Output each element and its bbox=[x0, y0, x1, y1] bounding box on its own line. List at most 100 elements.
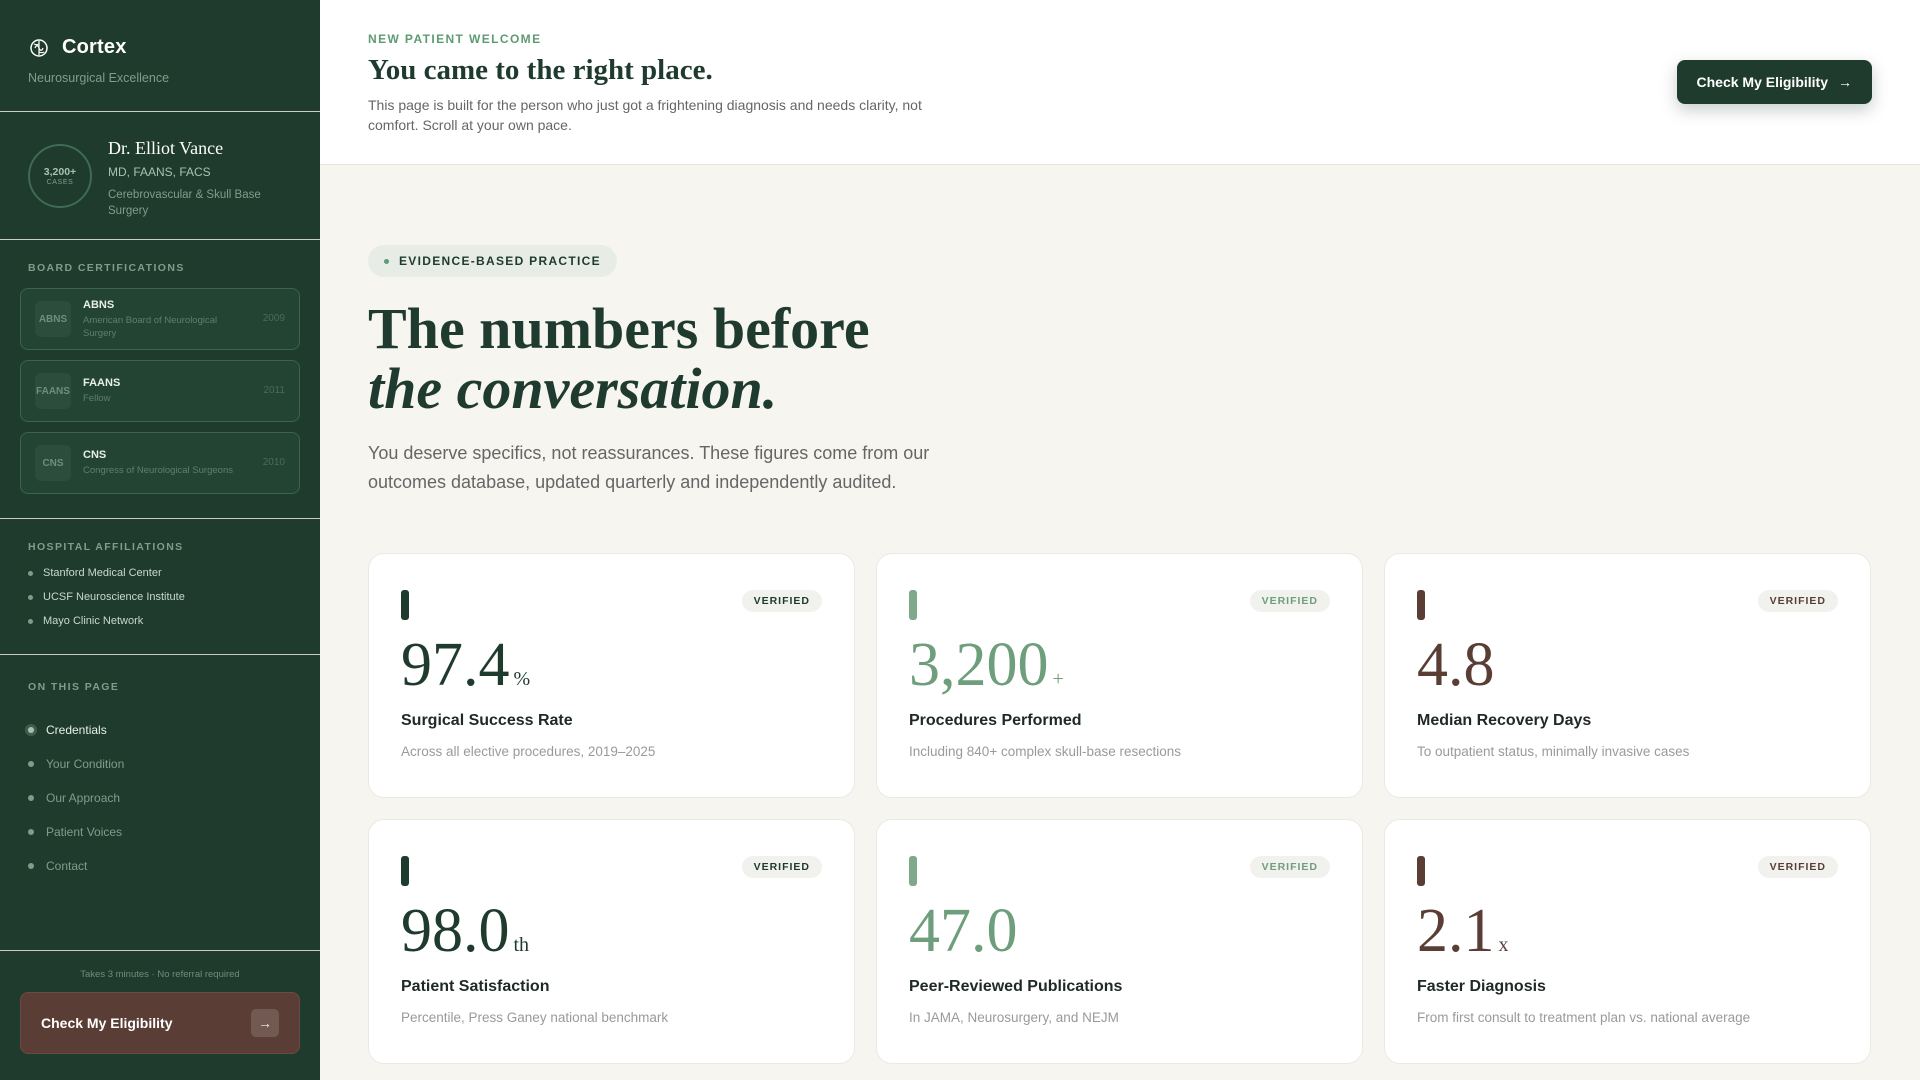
doctor-credentials: MD, FAANS, FACS bbox=[108, 165, 211, 179]
hero-section: EVIDENCE-BASED PRACTICE The numbers befo… bbox=[320, 165, 1920, 497]
stat-description: Across all elective procedures, 2019–202… bbox=[401, 744, 656, 759]
nav-item-label: Credentials bbox=[46, 723, 107, 737]
nav-item-your-condition[interactable]: Your Condition bbox=[28, 747, 292, 781]
affiliation-item: Stanford Medical Center bbox=[28, 567, 292, 579]
cases-label: CASES bbox=[46, 179, 74, 186]
accent-bar bbox=[1417, 590, 1425, 620]
pill-label: EVIDENCE-BASED PRACTICE bbox=[399, 254, 601, 268]
main-content: NEW PATIENT WELCOME You came to the righ… bbox=[320, 0, 1920, 1080]
stat-title: Patient Satisfaction bbox=[401, 978, 550, 995]
bullet-icon bbox=[28, 570, 33, 576]
accent-bar bbox=[909, 590, 917, 620]
nav-dot-icon bbox=[28, 829, 34, 835]
verified-badge: VERIFIED bbox=[1757, 856, 1838, 878]
brain-icon bbox=[28, 37, 50, 59]
cases-badge: 3,200+ CASES bbox=[28, 144, 92, 208]
brand-tagline: Neurosurgical Excellence bbox=[28, 71, 170, 85]
stat-value: 2.1 bbox=[1417, 897, 1495, 965]
nav-item-patient-voices[interactable]: Patient Voices bbox=[28, 815, 292, 849]
stat-description: Percentile, Press Ganey national benchma… bbox=[401, 1010, 669, 1025]
cert-year: 2009 bbox=[262, 313, 285, 324]
certifications-section: BOARD CERTIFICATIONS ABNS ABNS American … bbox=[0, 240, 320, 519]
cert-year: 2010 bbox=[262, 457, 285, 468]
topbar-title: You came to the right place. bbox=[368, 54, 713, 86]
topbar-description: This page is built for the person who ju… bbox=[368, 97, 922, 133]
stat-value: 4.8 bbox=[1417, 631, 1495, 699]
stat-unit: x bbox=[1498, 934, 1509, 956]
nav-item-label: Patient Voices bbox=[46, 825, 123, 839]
cert-abbr: ABNS bbox=[35, 301, 71, 337]
stat-unit: + bbox=[1052, 668, 1064, 690]
nav-dot-icon bbox=[28, 761, 34, 767]
cert-title: ABNS bbox=[83, 298, 115, 311]
verified-badge: VERIFIED bbox=[741, 856, 822, 878]
stat-title: Median Recovery Days bbox=[1417, 712, 1592, 729]
topbar-eyebrow: NEW PATIENT WELCOME bbox=[368, 32, 542, 46]
cert-card[interactable]: CNS CNS Congress of Neurological Surgeon… bbox=[20, 432, 300, 494]
page-nav: ON THIS PAGE Credentials Your Condition … bbox=[0, 655, 320, 954]
cert-desc: Congress of Neurological Surgeons bbox=[83, 465, 233, 476]
stat-title: Faster Diagnosis bbox=[1417, 978, 1546, 995]
stat-description: To outpatient status, minimally invasive… bbox=[1417, 744, 1690, 759]
cert-card[interactable]: ABNS ABNS American Board of Neurological… bbox=[20, 288, 300, 350]
hero-lead: You deserve specifics, not reassurances.… bbox=[368, 443, 930, 492]
cert-year: 2011 bbox=[263, 385, 285, 396]
bullet-icon bbox=[28, 594, 33, 600]
hero-title-line2: the conversation. bbox=[368, 356, 778, 421]
hero-title: The numbers before the conversation. bbox=[368, 299, 1872, 419]
nav-item-our-approach[interactable]: Our Approach bbox=[28, 781, 292, 815]
affiliation-item: Mayo Clinic Network bbox=[28, 615, 292, 627]
cert-desc: American Board of Neurological Surgery bbox=[83, 314, 218, 339]
stat-description: In JAMA, Neurosurgery, and NEJM bbox=[909, 1010, 1119, 1025]
sidebar-cta: Takes 3 minutes · No referral required C… bbox=[0, 950, 320, 1080]
stat-title: Surgical Success Rate bbox=[401, 712, 573, 729]
accent-bar bbox=[401, 590, 409, 620]
doctor-name: Dr. Elliot Vance bbox=[108, 138, 224, 158]
cases-number: 3,200+ bbox=[43, 166, 77, 178]
cert-card[interactable]: FAANS FAANS Fellow 2011 bbox=[20, 360, 300, 422]
nav-item-label: Your Condition bbox=[46, 757, 125, 771]
nav-item-label: Contact bbox=[46, 859, 88, 873]
verified-badge: VERIFIED bbox=[741, 590, 822, 612]
stat-title: Peer-Reviewed Publications bbox=[909, 978, 1123, 995]
stat-card: VERIFIED 3,200 + Procedures Performed Inc… bbox=[876, 553, 1363, 798]
brand: Cortex Neurosurgical Excellence bbox=[0, 0, 320, 112]
stat-value: 97.4 bbox=[401, 631, 510, 699]
cert-abbr: CNS bbox=[35, 445, 71, 481]
affiliation-label: UCSF Neuroscience Institute bbox=[43, 591, 185, 603]
nav-item-contact[interactable]: Contact bbox=[28, 849, 292, 883]
stat-unit: % bbox=[513, 668, 531, 690]
nav-dot-icon bbox=[28, 863, 34, 869]
nav-dot-icon bbox=[28, 795, 34, 801]
verified-badge: VERIFIED bbox=[1249, 590, 1330, 612]
brand-name[interactable]: Cortex bbox=[62, 36, 127, 59]
stat-value: 98.0 bbox=[401, 897, 510, 965]
eligibility-button-label: Check My Eligibility bbox=[1696, 74, 1828, 90]
arrow-right-icon: → bbox=[251, 1009, 279, 1037]
stat-value: 47.0 bbox=[909, 897, 1018, 965]
verified-badge: VERIFIED bbox=[1249, 856, 1330, 878]
cta-note: Takes 3 minutes · No referral required bbox=[80, 969, 240, 980]
stat-card: VERIFIED 98.0 th Patient Satisfaction Per… bbox=[368, 819, 855, 1064]
stat-description: Including 840+ complex skull-base resect… bbox=[909, 744, 1182, 759]
sidebar-eligibility-label: Check My Eligibility bbox=[41, 1015, 173, 1031]
nav-item-credentials[interactable]: Credentials bbox=[28, 713, 292, 747]
doctor-specialty: Cerebrovascular & Skull Base Surgery bbox=[108, 189, 261, 217]
hero-title-line1: The numbers before bbox=[368, 296, 870, 361]
stat-card: VERIFIED 97.4% Surgical Success Rate Acr… bbox=[368, 553, 855, 798]
arrow-right-icon: → bbox=[1838, 74, 1852, 90]
sidebar-eligibility-button[interactable]: Check My Eligibility → bbox=[20, 992, 300, 1054]
practice-pill: EVIDENCE-BASED PRACTICE bbox=[368, 245, 617, 277]
certifications-label: BOARD CERTIFICATIONS bbox=[28, 262, 185, 274]
sidebar: Cortex Neurosurgical Excellence 3,200+ C… bbox=[0, 0, 320, 1080]
stat-unit: th bbox=[513, 934, 530, 956]
stat-card: VERIFIED 47.0 Peer-Reviewed Publications… bbox=[876, 819, 1363, 1064]
pill-dot-icon bbox=[384, 258, 389, 264]
stat-card: VERIFIED 2.1 x Faster Diagnosis From firs… bbox=[1384, 819, 1871, 1064]
affiliations-label: HOSPITAL AFFILIATIONS bbox=[28, 541, 184, 553]
verified-badge: VERIFIED bbox=[1757, 590, 1838, 612]
doctor-profile: 3,200+ CASES Dr. Elliot Vance MD, FAANS,… bbox=[0, 112, 320, 240]
eligibility-button[interactable]: Check My Eligibility → bbox=[1676, 60, 1872, 104]
cert-abbr: FAANS bbox=[35, 373, 71, 409]
accent-bar bbox=[1417, 856, 1425, 886]
